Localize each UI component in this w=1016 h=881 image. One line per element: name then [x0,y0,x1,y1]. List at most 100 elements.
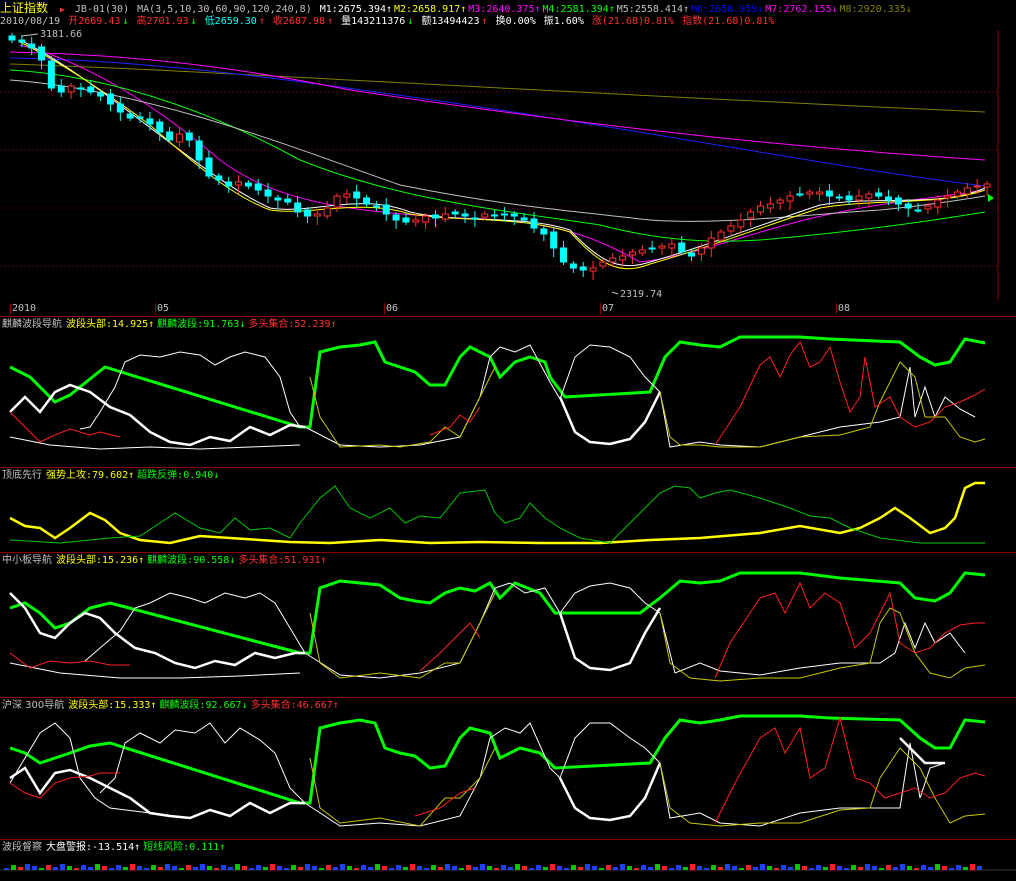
alert-bar [515,864,520,870]
alert-bar [438,867,443,870]
high-price-label: 3181.66 [40,29,82,40]
candle-body [776,199,784,204]
alert-bar [445,864,450,870]
alert-bar [158,867,163,870]
alert-bar [130,864,135,870]
candle-body [274,197,282,201]
alert-bar [886,865,891,870]
candle-body [628,251,636,256]
alert-bar [389,868,394,870]
alert-bar [25,864,30,870]
candle-body [865,193,873,199]
alert-bar [655,864,660,870]
oscillator-panel-zhongxiao[interactable] [0,553,1016,697]
candle-body [717,231,725,241]
alert-bar [270,864,275,870]
candlestick-chart[interactable]: 3181.66 2319.74 [0,0,1016,300]
candle-body [264,189,272,197]
candle-body [550,231,558,249]
ma-line-magenta-short [19,44,986,263]
hushen-green-line [9,714,986,805]
candle-body [451,211,459,215]
candle-body [353,191,361,199]
alert-bar [81,865,86,870]
alert-bar [536,865,541,870]
candle-body [156,121,164,133]
alert-bar [767,866,772,870]
alert-bar [298,867,303,870]
candle-body [944,195,952,199]
date-tick-2010: 2010 [12,303,37,314]
candle-body [806,191,814,195]
low-price-label: 2319.74 [620,289,662,300]
candle-body [885,196,893,201]
candle-body [225,181,233,187]
oscillator-panel-hushen300[interactable] [0,698,1016,840]
alert-bar [529,868,534,870]
alert-bar [963,867,968,870]
oscillator-panel-dingdi[interactable] [0,468,1016,552]
alert-bar [410,864,415,870]
alert-bar [480,864,485,870]
alert-bar [95,864,100,870]
alert-bar [319,868,324,870]
candle-body [303,209,311,217]
alert-bar [88,867,93,870]
alert-bar [711,865,716,870]
candle-body [737,219,745,228]
alert-bars-panel[interactable] [0,858,1016,878]
alert-bar [123,867,128,870]
candle-body [313,213,321,217]
candle-body [323,207,331,217]
candle-body [648,247,656,250]
oscillator-panel-qilin[interactable] [0,317,1016,467]
alert-bar [690,864,695,870]
candle-body [560,247,568,263]
candle-body [638,249,646,254]
alert-bar [200,864,205,870]
alert-bar [620,864,625,870]
candle-body [471,217,479,220]
alert-bar [256,865,261,870]
alert-bar [347,866,352,870]
alert-bar [606,865,611,870]
candle-body [57,85,65,93]
alert-bar [837,866,842,870]
candle-body [422,215,430,223]
candle-body [284,198,292,203]
candle-body [195,140,203,161]
alert-bar [851,865,856,870]
alert-bar [858,867,863,870]
ma-line-magenta-long [9,51,986,161]
candle-body [894,197,902,205]
candle-body [530,218,538,229]
alert-bar [585,864,590,870]
alert-bar [970,864,975,870]
alert-bar [396,865,401,870]
candle-body [491,214,499,217]
alert-bar [354,868,359,870]
alert-bar [165,864,170,870]
candle-body [146,118,154,125]
candle-body [382,204,390,215]
alert-bar [214,868,219,870]
candle-body [697,247,705,255]
alert-bar [921,865,926,870]
candle-body [825,190,833,197]
panel-header-boduan[interactable]: 波段督察 大盘警报:-13.514↑ 短线风险:0.111↑ [2,841,228,855]
alert-bar [305,864,310,870]
alert-bar [431,865,436,870]
alert-bar [872,866,877,870]
alert-bar [627,866,632,870]
alert-bar [263,867,268,870]
candle-body [579,266,587,271]
candle-body [38,46,46,61]
candle-body [343,193,351,198]
candle-body [126,113,134,119]
candle-body [658,245,666,249]
alert-bar [459,868,464,870]
alert-bar [487,866,492,870]
alert-bar [403,867,408,870]
alert-bar [102,866,107,870]
qilin-yellow-line [309,361,986,448]
